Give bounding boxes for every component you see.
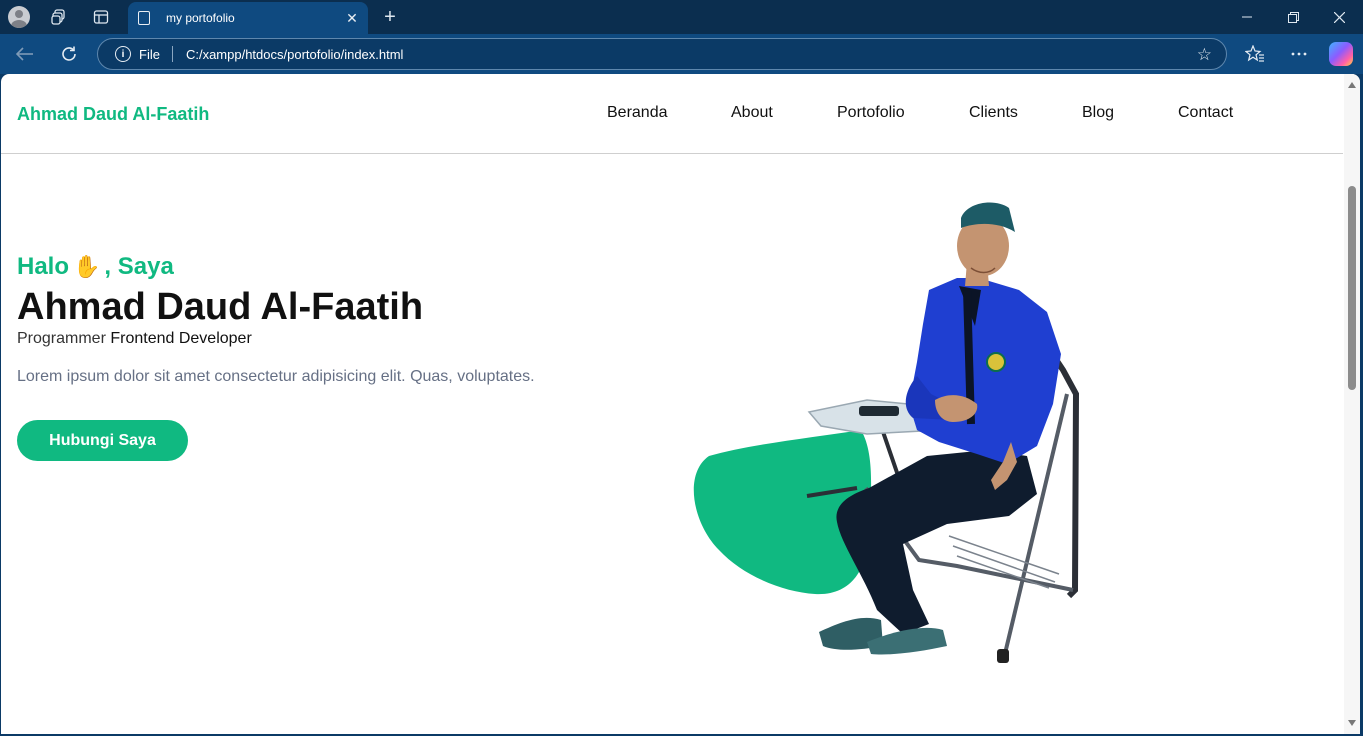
favorite-star-icon[interactable]: ☆: [1197, 45, 1212, 65]
back-arrow-icon[interactable]: [13, 42, 37, 66]
address-url[interactable]: C:/xampp/htdocs/portofolio/index.html: [186, 47, 404, 62]
scroll-up-arrow-icon[interactable]: [1348, 82, 1356, 88]
scroll-down-arrow-icon[interactable]: [1348, 720, 1356, 726]
address-separator: [171, 46, 173, 62]
nav-link-blog[interactable]: Blog: [1082, 104, 1114, 122]
close-window-icon[interactable]: [1316, 5, 1362, 29]
greeting-text: Halo: [17, 253, 70, 280]
greeting-suffix: , Saya: [104, 253, 174, 280]
role-main: Frontend Developer: [110, 330, 252, 347]
copilot-icon[interactable]: [1329, 42, 1353, 66]
tab-title: my portofolio: [166, 11, 235, 25]
hero-name: Ahmad Daud Al-Faatih: [17, 286, 424, 328]
address-scheme: File: [139, 46, 160, 62]
page-viewport: Ahmad Daud Al-Faatih Beranda About Porto…: [1, 74, 1360, 734]
more-options-icon[interactable]: [1287, 42, 1311, 66]
role-prefix: Programmer: [17, 330, 106, 347]
new-tab-button[interactable]: +: [378, 5, 402, 29]
hero-role: Programmer Frontend Developer: [17, 330, 252, 348]
minimize-icon[interactable]: [1224, 5, 1270, 29]
hero-portrait-image: [693, 202, 1080, 663]
site-navbar: Ahmad Daud Al-Faatih Beranda About Porto…: [1, 74, 1343, 154]
reload-icon[interactable]: [57, 42, 81, 66]
page-document-icon: [138, 11, 150, 25]
profile-avatar-icon[interactable]: [7, 5, 31, 29]
site-info-icon[interactable]: i: [115, 46, 131, 62]
tab-actions-icon[interactable]: [89, 5, 113, 29]
browser-tab[interactable]: my portofolio ✕: [128, 2, 368, 34]
address-bar[interactable]: i File C:/xampp/htdocs/portofolio/index.…: [97, 38, 1227, 70]
waving-hand-icon: ✋: [73, 254, 101, 279]
nav-link-portofolio[interactable]: Portofolio: [837, 104, 905, 122]
nav-link-contact[interactable]: Contact: [1178, 104, 1233, 122]
page-scrollbar[interactable]: [1344, 74, 1360, 734]
favorites-icon[interactable]: [1243, 42, 1267, 66]
scrollbar-thumb[interactable]: [1348, 186, 1356, 390]
browser-tab-strip: my portofolio ✕ +: [0, 0, 1363, 34]
workspaces-icon[interactable]: [47, 5, 71, 29]
hero-greeting: Halo ✋ , Saya: [17, 253, 174, 281]
tab-close-icon[interactable]: ✕: [344, 10, 360, 27]
contact-me-button[interactable]: Hubungi Saya: [17, 420, 188, 461]
restore-icon[interactable]: [1270, 5, 1316, 29]
hero-description: Lorem ipsum dolor sit amet consectetur a…: [17, 368, 535, 385]
nav-link-clients[interactable]: Clients: [969, 104, 1018, 122]
nav-link-about[interactable]: About: [731, 104, 773, 122]
site-brand-logo[interactable]: Ahmad Daud Al-Faatih: [17, 104, 209, 125]
nav-link-beranda[interactable]: Beranda: [607, 104, 668, 122]
browser-toolbar: i File C:/xampp/htdocs/portofolio/index.…: [0, 34, 1363, 74]
